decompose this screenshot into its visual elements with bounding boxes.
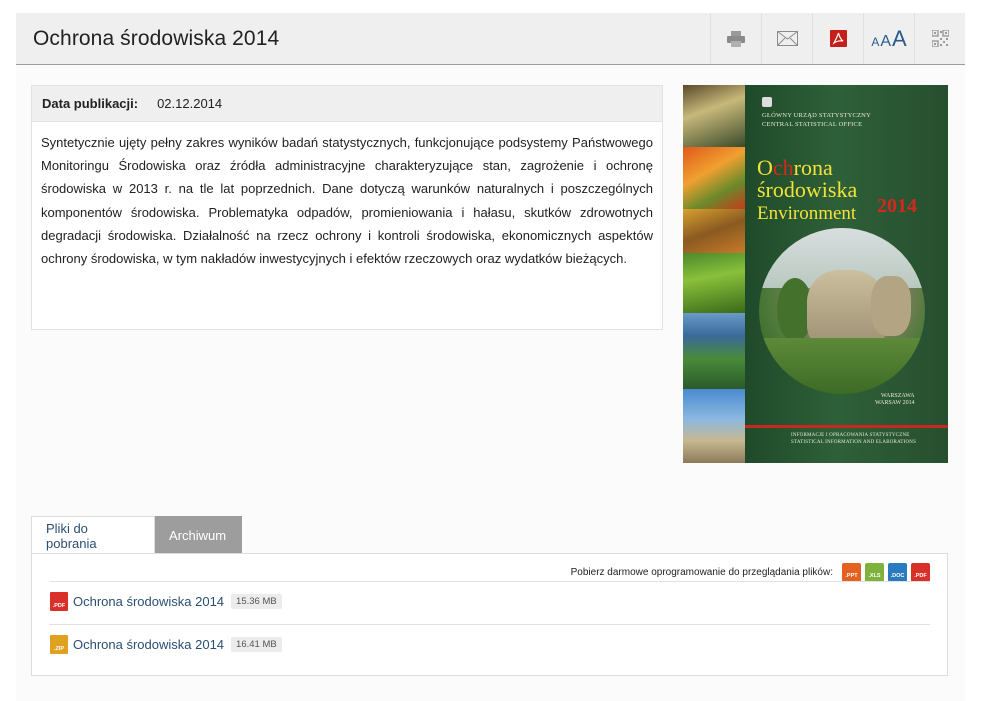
file-row: .PDF Ochrona środowiska 2014 15.36 MB: [50, 592, 282, 611]
tab-downloads[interactable]: Pliki do pobrania: [31, 516, 155, 554]
zip-file-icon: .ZIP: [50, 635, 68, 654]
publication-page: Ochrona środowiska 2014 A A A Data publi…: [16, 13, 965, 701]
publication-date-row: Data publikacji: 02.12.2014: [32, 86, 662, 122]
gus-emblem-icon: [762, 97, 772, 107]
cover-series: INFORMACJE I OPRACOWANIA STATYSTYCZNE ST…: [791, 433, 917, 445]
cover-title: Ochrona środowiska: [757, 155, 858, 202]
file-link[interactable]: Ochrona środowiska 2014: [73, 637, 224, 652]
pdf-icon: [829, 30, 847, 47]
software-row: Pobierz darmowe oprogramowanie do przegl…: [571, 563, 930, 582]
cover-title-en: Environment: [757, 203, 857, 224]
file-tabs: Pliki do pobrania Archiwum: [31, 516, 242, 554]
qr-code-icon: [931, 30, 949, 47]
file-size-badge: 16.41 MB: [231, 637, 282, 652]
cover-divider: [745, 425, 948, 428]
tab-archive[interactable]: Archiwum: [155, 516, 242, 554]
font-small-button[interactable]: A: [871, 35, 879, 49]
publication-description: Syntetycznie ujęty pełny zakres wyników …: [41, 135, 653, 267]
divider: [49, 581, 930, 582]
font-size-switcher: A A A: [863, 13, 914, 64]
divider: [49, 624, 930, 625]
font-medium-button[interactable]: A: [880, 33, 891, 51]
pdf-file-icon: .PDF: [50, 592, 68, 611]
email-button[interactable]: [761, 13, 812, 64]
cover-panel: GŁÓWNY URZĄD STATYSTYCZNY CENTRAL STATIS…: [745, 85, 948, 463]
file-row: .ZIP Ochrona środowiska 2014 16.41 MB: [50, 635, 282, 654]
page-title: Ochrona środowiska 2014: [33, 27, 280, 50]
ppt-viewer-icon[interactable]: .PPT: [842, 563, 861, 582]
downloads-panel: Pobierz darmowe oprogramowanie do przegl…: [31, 553, 948, 676]
cover-image: GŁÓWNY URZĄD STATYSTYCZNY CENTRAL STATIS…: [683, 85, 948, 463]
cover-photo-strip: [683, 85, 745, 463]
toolbar: A A A: [710, 13, 965, 64]
doc-viewer-icon[interactable]: .DOC: [888, 563, 907, 582]
print-button[interactable]: [710, 13, 761, 64]
print-icon: [727, 30, 745, 47]
cover-year: 2014: [877, 195, 917, 217]
qr-code-button[interactable]: [914, 13, 965, 64]
xls-viewer-icon[interactable]: .XLS: [865, 563, 884, 582]
publication-date-value: 02.12.2014: [157, 96, 223, 111]
software-label: Pobierz darmowe oprogramowanie do przegl…: [570, 567, 833, 578]
title-bar: Ochrona środowiska 2014 A A A: [16, 13, 965, 65]
mail-icon: [776, 31, 798, 46]
file-size-badge: 15.36 MB: [231, 594, 282, 609]
pdf-button[interactable]: [812, 13, 863, 64]
font-large-button[interactable]: A: [892, 26, 907, 52]
publication-date-label: Data publikacji:: [42, 96, 139, 111]
file-link[interactable]: Ochrona środowiska 2014: [73, 594, 224, 609]
cover-place: WARSZAWA WARSAW 2014: [875, 393, 915, 406]
publication-details: Data publikacji: 02.12.2014 Syntetycznie…: [31, 85, 663, 330]
cover-landscape-photo: [759, 228, 925, 394]
pdf-viewer-icon[interactable]: .PDF: [911, 563, 930, 582]
cover-publisher: GŁÓWNY URZĄD STATYSTYCZNY CENTRAL STATIS…: [762, 97, 871, 129]
